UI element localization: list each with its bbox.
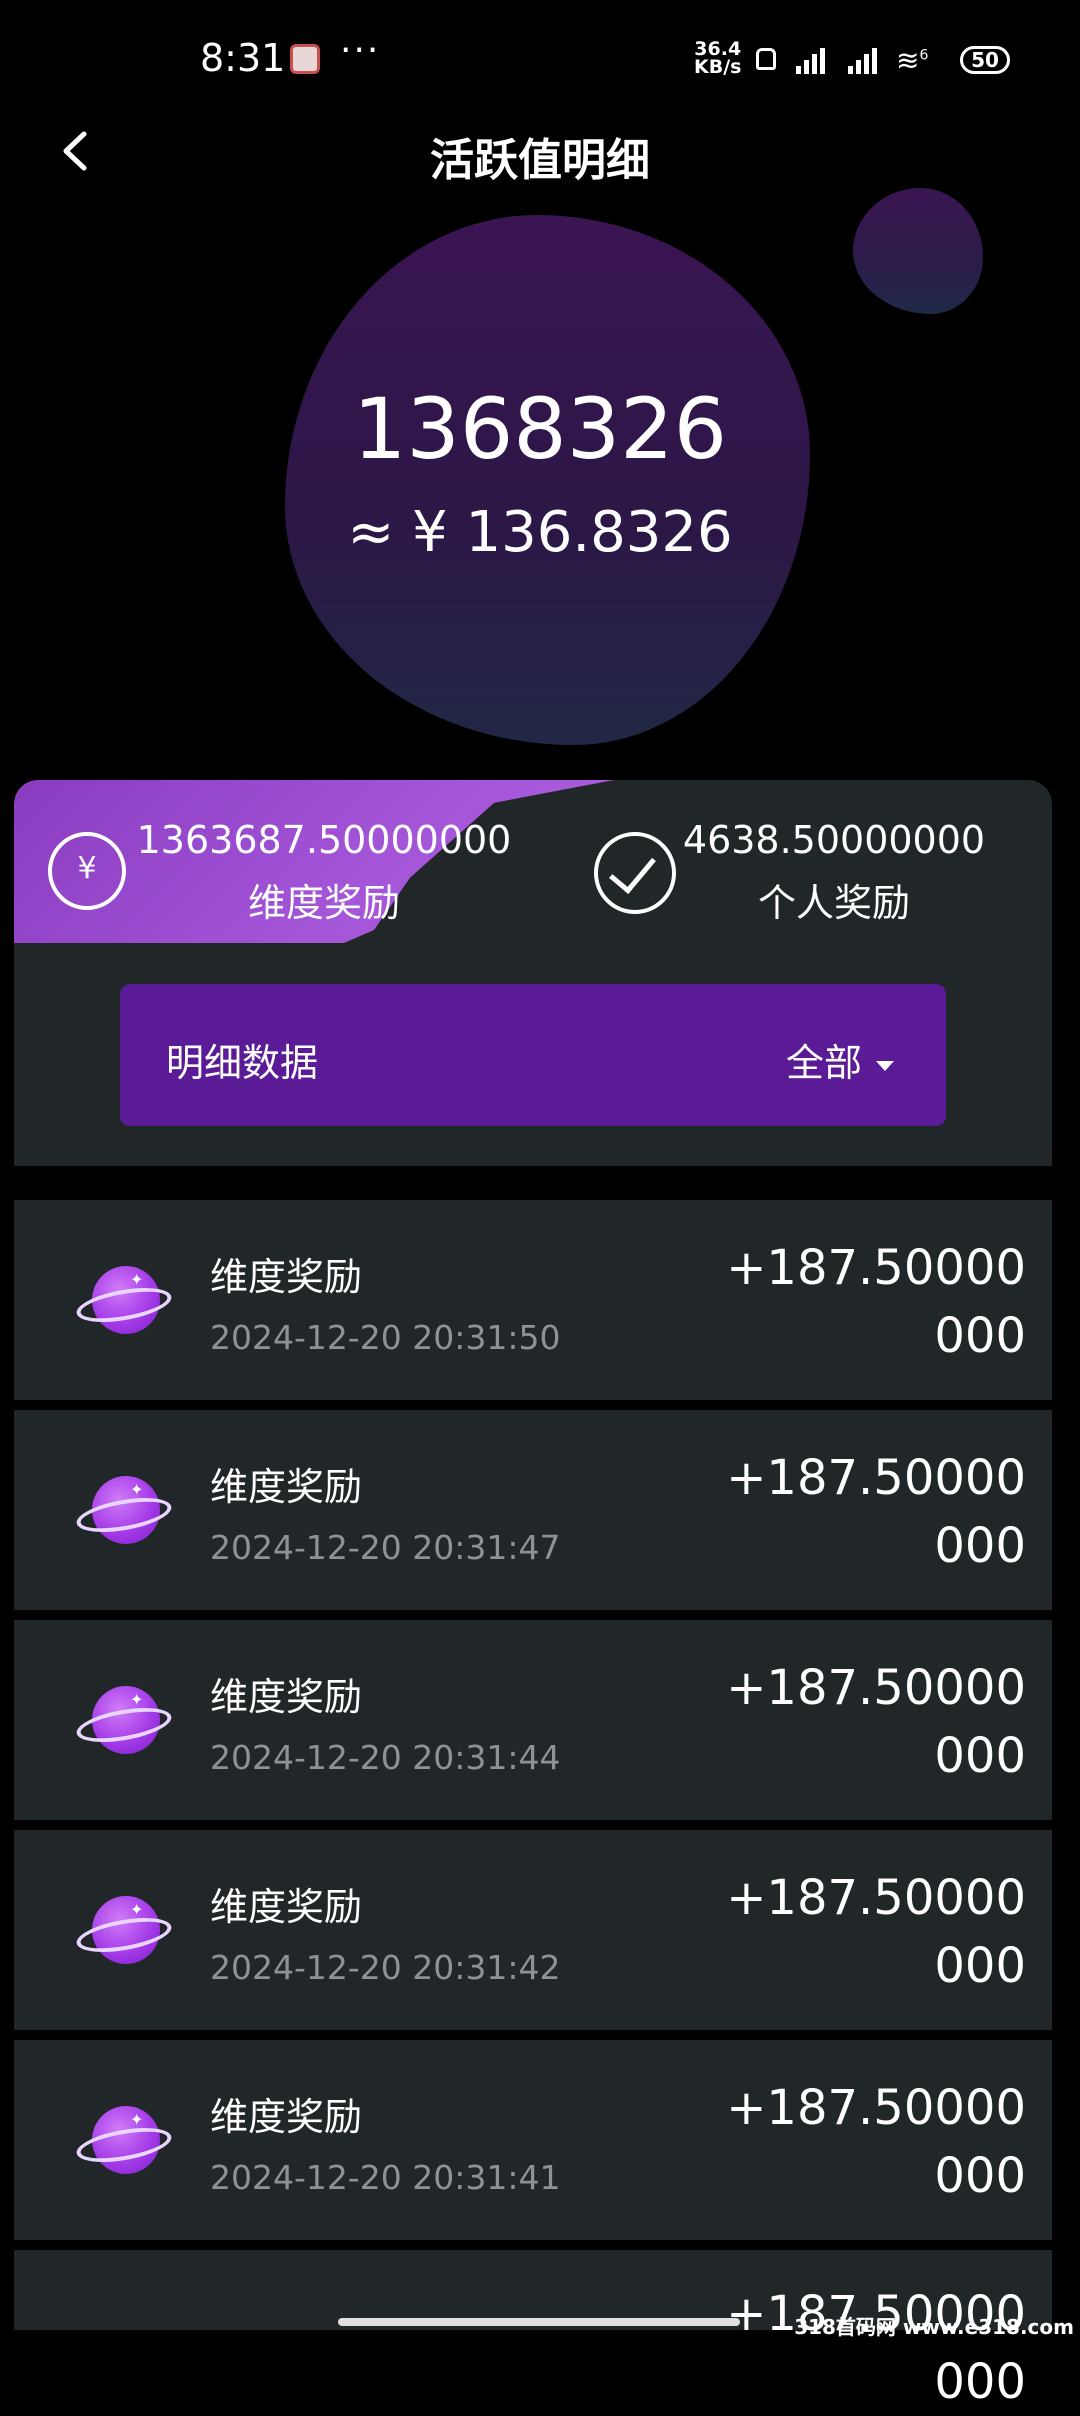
caret-down-icon xyxy=(876,1060,894,1071)
record-title: 维度奖励 xyxy=(210,1255,363,1299)
detail-filter-bar: 明细数据 全部 xyxy=(120,984,946,1126)
record-amount: +187.50000000 xyxy=(726,2286,1026,2410)
record-title: 维度奖励 xyxy=(210,2095,363,2139)
record-time: 2024-12-20 20:31:44 xyxy=(210,1738,561,1777)
record-title: 维度奖励 xyxy=(210,1885,363,1929)
planet-icon: ✦ xyxy=(74,2102,176,2182)
tab-personal-reward[interactable]: 个人奖励 xyxy=(674,872,994,927)
home-indicator[interactable] xyxy=(338,2318,740,2326)
record-time: 2024-12-20 20:31:41 xyxy=(210,2158,561,2197)
status-bar: 8:31 ··· 36.4 KB/s ≋6 50 xyxy=(0,0,1080,120)
reward-panel: ¥ 1363687.50000000 维度奖励 4638.50000000 个人… xyxy=(14,780,1052,1166)
decorative-blob-small xyxy=(853,188,983,314)
record-time: 2024-12-20 20:31:47 xyxy=(210,1528,561,1567)
watermark: 318首码网 www.e318.com xyxy=(794,2315,1074,2339)
notification-app-icon xyxy=(290,44,320,74)
personal-reward-value: 4638.50000000 xyxy=(682,818,986,862)
dimension-reward-value: 1363687.50000000 xyxy=(136,818,512,862)
dimension-reward-label[interactable]: 维度奖励 xyxy=(134,872,514,927)
list-item[interactable]: ✦ 维度奖励 2024-12-20 20:31:47 +187.50000000 xyxy=(14,1410,1052,1610)
filter-dropdown[interactable]: 全部 xyxy=(786,1032,894,1087)
record-amount: +187.50000000 xyxy=(726,1240,1026,1364)
lock-icon xyxy=(756,48,776,70)
planet-icon: ✦ xyxy=(74,1472,176,1552)
wifi-badge: 6 xyxy=(919,47,929,64)
record-time: 2024-12-20 20:31:42 xyxy=(210,1948,561,1987)
planet-icon: ✦ xyxy=(74,1262,176,1342)
record-amount: +187.50000000 xyxy=(726,1450,1026,1574)
list-item[interactable]: ✦ 维度奖励 2024-12-20 20:31:41 +187.50000000 xyxy=(14,2040,1052,2240)
record-title: 维度奖励 xyxy=(210,1465,363,1509)
status-time: 8:31 xyxy=(200,36,286,80)
filter-selected-value: 全部 xyxy=(785,1041,862,1085)
page-title: 活跃值明细 xyxy=(430,135,650,186)
list-item[interactable]: ✦ 维度奖励 2024-12-20 20:31:44 +187.50000000 xyxy=(14,1620,1052,1820)
network-speed-unit: KB/s xyxy=(694,56,742,78)
more-notifications-icon: ··· xyxy=(340,30,381,71)
activity-total: 1368326 xyxy=(352,380,728,478)
filter-label: 明细数据 xyxy=(166,1041,319,1085)
receipt-search-icon: ¥ xyxy=(48,832,126,910)
check-circle-icon xyxy=(594,832,676,914)
list-item[interactable]: ✦ 维度奖励 2024-12-20 20:31:42 +187.50000000 xyxy=(14,1830,1052,2030)
signal-icon xyxy=(848,46,877,74)
planet-icon: ✦ xyxy=(74,1892,176,1972)
planet-icon: ✦ xyxy=(74,1682,176,1762)
list-item[interactable]: ✦ 维度奖励 2024-12-20 20:31:50 +187.50000000 xyxy=(14,1200,1052,1400)
record-amount: +187.50000000 xyxy=(726,1870,1026,1994)
records-list: ✦ 维度奖励 2024-12-20 20:31:50 +187.50000000… xyxy=(14,1200,1052,2410)
network-speed: 36.4 KB/s xyxy=(694,40,742,78)
record-amount: +187.50000000 xyxy=(726,2080,1026,2204)
wifi-icon: ≋6 xyxy=(896,44,929,77)
signal-icon xyxy=(796,46,825,74)
approx-money-value: ≈ ¥ 136.8326 xyxy=(347,500,733,565)
record-time: 2024-12-20 20:31:50 xyxy=(210,1318,561,1357)
record-title: 维度奖励 xyxy=(210,1675,363,1719)
decorative-blob xyxy=(285,215,810,745)
battery-icon: 50 xyxy=(960,46,1010,74)
record-amount: +187.50000000 xyxy=(726,1660,1026,1784)
